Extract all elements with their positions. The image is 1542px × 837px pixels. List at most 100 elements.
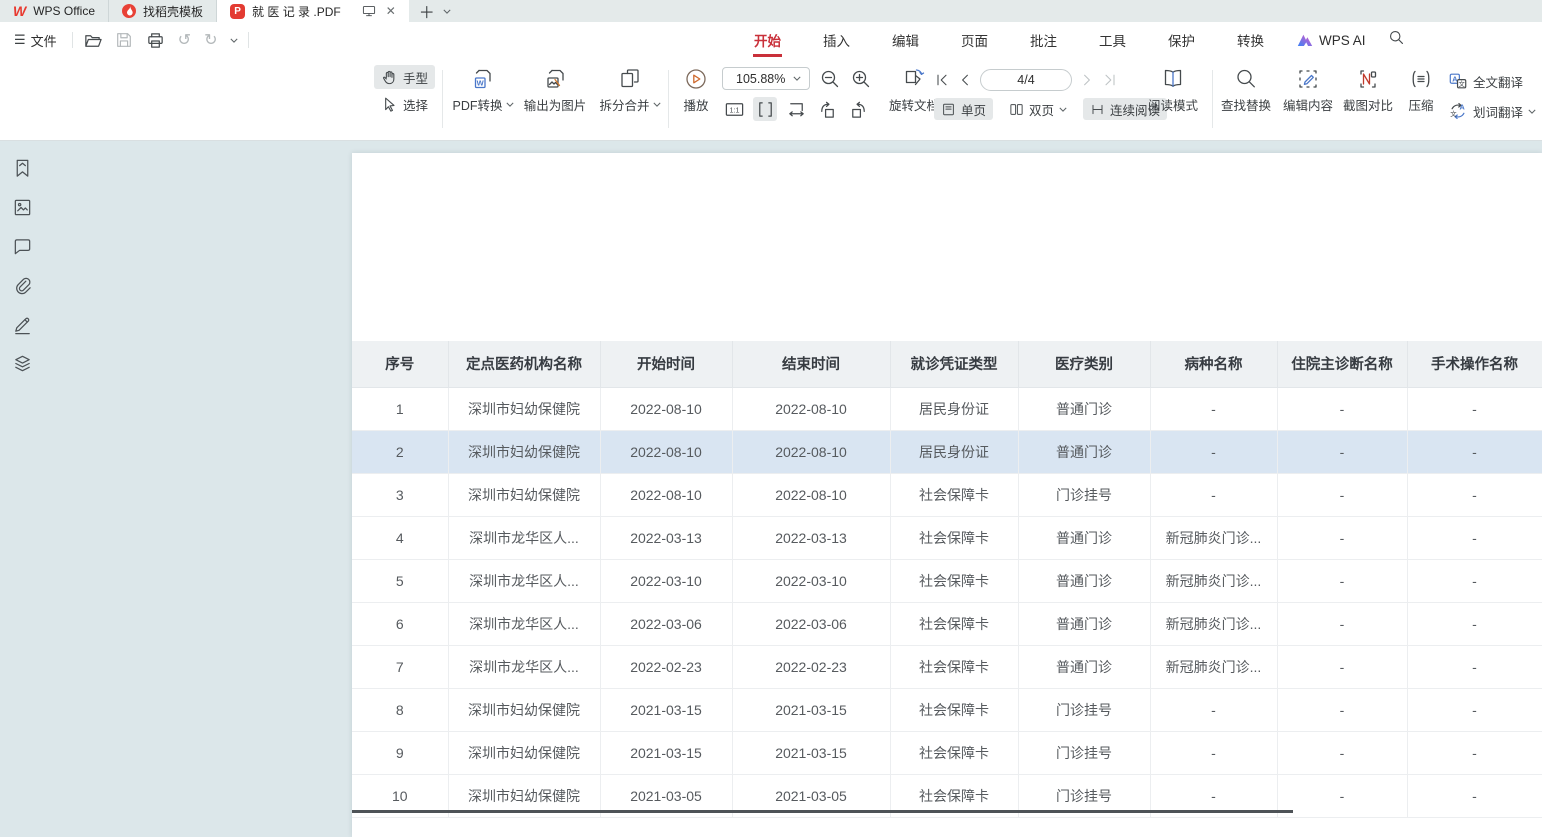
last-page-icon[interactable]	[1102, 72, 1118, 88]
screenshot-compare-button[interactable]: 截图对比	[1340, 58, 1396, 114]
window-tab-bar: W WPS Office 找稻壳模板 P 就 医 记 录 .PDF ✕ ＋	[0, 0, 1542, 22]
save-button[interactable]	[115, 31, 133, 49]
edit-content-button[interactable]: 编辑内容	[1280, 58, 1336, 114]
table-cell: 2022-08-10	[600, 430, 732, 473]
find-replace-button[interactable]: 查找替换	[1218, 58, 1274, 114]
pdf-page[interactable]: 序号 定点医药机构名称 开始时间 结束时间 就诊凭证类型 医疗类别 病种名称 住…	[352, 153, 1542, 837]
pdf-convert-icon: W	[471, 67, 495, 91]
tab-list-chevron-icon[interactable]	[443, 9, 451, 14]
double-page-label: 双页	[1029, 100, 1054, 119]
first-page-icon[interactable]	[934, 72, 950, 88]
fit-width-button[interactable]	[784, 97, 808, 121]
rotate-document-icon	[902, 67, 926, 91]
rotate-right-button[interactable]	[846, 97, 870, 121]
menu-tab-protect[interactable]: 保护	[1147, 22, 1216, 58]
file-menu-button[interactable]: ☰ 文件	[14, 31, 57, 50]
find-replace-icon	[1234, 67, 1258, 91]
zoom-in-icon[interactable]	[850, 68, 872, 90]
hand-tool-label: 手型	[403, 68, 428, 87]
tab-wps-home[interactable]: W WPS Office	[0, 0, 109, 22]
docer-logo-icon	[122, 4, 136, 18]
table-header-row: 序号 定点医药机构名称 开始时间 结束时间 就诊凭证类型 医疗类别 病种名称 住…	[352, 341, 1542, 387]
page-indicator-input[interactable]: 4/4	[980, 69, 1072, 91]
menu-tab-home[interactable]: 开始	[733, 22, 802, 58]
menu-tab-convert[interactable]: 转换	[1216, 22, 1285, 58]
wps-ai-button[interactable]: WPS AI	[1285, 33, 1378, 48]
table-cell: 2022-03-13	[600, 516, 732, 559]
zoom-out-icon[interactable]	[819, 68, 841, 90]
table-cell: -	[1277, 559, 1407, 602]
table-cell: -	[1277, 387, 1407, 430]
menu-tab-edit[interactable]: 编辑	[871, 22, 940, 58]
divider	[668, 70, 669, 128]
rotate-left-button[interactable]	[815, 97, 839, 121]
menu-tab-annotate[interactable]: 批注	[1009, 22, 1078, 58]
pdf-convert-button[interactable]: W PDF转换	[450, 58, 516, 114]
close-tab-icon[interactable]: ✕	[386, 4, 396, 18]
header-institution: 定点医药机构名称	[448, 341, 600, 387]
tab-document-pdf[interactable]: P 就 医 记 录 .PDF ✕	[217, 0, 409, 22]
table-cell: -	[1277, 645, 1407, 688]
split-merge-button[interactable]: 拆分合并	[596, 58, 664, 114]
table-cell: 8	[352, 688, 448, 731]
read-mode-label: 阅读模式	[1148, 95, 1198, 114]
redo-button[interactable]: ↻	[204, 30, 217, 50]
export-image-button[interactable]: 输出为图片	[518, 58, 592, 114]
cursor-arrow-icon	[381, 96, 398, 113]
zoom-level-value: 105.88%	[736, 72, 785, 86]
sidebar-layers-icon[interactable]	[12, 353, 33, 374]
sidebar-signature-icon[interactable]	[12, 314, 33, 335]
table-cell: 2	[352, 430, 448, 473]
cast-screen-icon[interactable]	[362, 5, 376, 18]
previous-page-icon[interactable]	[957, 72, 973, 88]
sidebar-comment-icon[interactable]	[12, 236, 33, 257]
undo-button[interactable]: ↺	[178, 30, 191, 50]
fit-page-button[interactable]	[753, 97, 777, 121]
table-row: 8深圳市妇幼保健院2021-03-152021-03-15社会保障卡门诊挂号--…	[352, 688, 1542, 731]
save-icon	[115, 31, 133, 49]
chevron-down-icon	[793, 76, 801, 81]
table-cell: 6	[352, 602, 448, 645]
quickbar-more-chevron-icon[interactable]	[230, 38, 238, 43]
table-cell: -	[1150, 387, 1277, 430]
open-file-button[interactable]	[83, 31, 102, 50]
word-translate-button[interactable]: A文 划词翻译	[1448, 99, 1536, 123]
sidebar-thumbnails-icon[interactable]	[12, 197, 33, 218]
sidebar-attachment-icon[interactable]	[12, 275, 33, 296]
single-page-button[interactable]: 单页	[934, 98, 993, 120]
table-cell: -	[1277, 774, 1407, 817]
chevron-down-icon	[1528, 109, 1536, 114]
read-mode-button[interactable]: 阅读模式	[1144, 58, 1202, 114]
header-end-time: 结束时间	[732, 341, 890, 387]
full-translate-button[interactable]: A文 全文翻译	[1448, 69, 1536, 93]
select-tool-button[interactable]: 选择	[374, 92, 435, 116]
tab-docer-label: 找稻壳模板	[143, 3, 203, 20]
double-page-button[interactable]: 双页	[1002, 98, 1074, 120]
table-cell: 4	[352, 516, 448, 559]
menu-tab-insert[interactable]: 插入	[802, 22, 871, 58]
table-cell: 普通门诊	[1018, 559, 1150, 602]
play-button[interactable]: 播放	[674, 58, 718, 114]
table-cell: 普通门诊	[1018, 602, 1150, 645]
zoom-level-select[interactable]: 105.88%	[722, 67, 810, 90]
table-cell: 普通门诊	[1018, 430, 1150, 473]
actual-size-button[interactable]: 1:1	[722, 97, 746, 121]
table-cell: 新冠肺炎门诊...	[1150, 559, 1277, 602]
sidebar-bookmark-icon[interactable]	[12, 158, 33, 179]
menu-tab-tools[interactable]: 工具	[1078, 22, 1147, 58]
compress-button[interactable]: 压缩	[1400, 58, 1442, 114]
next-page-icon[interactable]	[1079, 72, 1095, 88]
menu-search-button[interactable]	[1378, 29, 1415, 51]
svg-text:1:1: 1:1	[729, 106, 739, 114]
rotate-document-label: 旋转文档	[889, 95, 939, 114]
table-cell: -	[1407, 559, 1542, 602]
wps-logo-icon: W	[13, 3, 26, 19]
hand-tool-button[interactable]: 手型	[374, 65, 435, 89]
print-button[interactable]	[146, 31, 165, 50]
new-tab-button[interactable]: ＋	[419, 0, 435, 23]
table-cell: 深圳市妇幼保健院	[448, 473, 600, 516]
header-main-diagnosis: 住院主诊断名称	[1277, 341, 1407, 387]
menu-tab-page[interactable]: 页面	[940, 22, 1009, 58]
tab-docer-templates[interactable]: 找稻壳模板	[109, 0, 217, 22]
table-cell: -	[1277, 731, 1407, 774]
